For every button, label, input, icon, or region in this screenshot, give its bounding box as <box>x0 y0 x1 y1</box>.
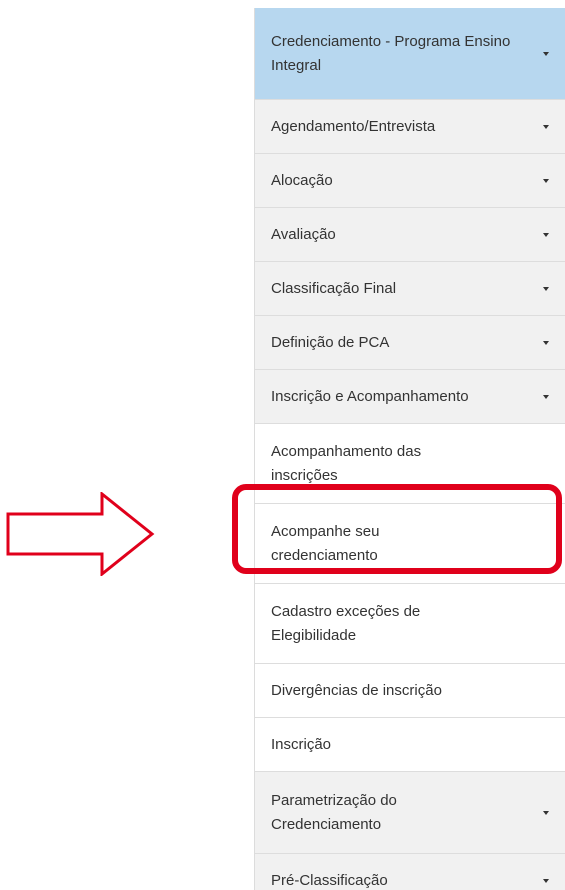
submenu-item-divergencias[interactable]: Divergências de inscrição <box>255 664 565 718</box>
submenu-item-acompanhe-credenciamento[interactable]: Acompanhe seu credenciamento <box>255 504 565 584</box>
submenu-item-cadastro-excecoes[interactable]: Cadastro exceções de Elegibilidade <box>255 584 565 664</box>
caret-down-icon <box>543 286 549 291</box>
menu-item-label: Acompanhe seu credenciamento <box>271 522 380 564</box>
caret-down-icon <box>543 340 549 345</box>
caret-down-icon <box>543 232 549 237</box>
menu-item-label: Classificação Final <box>271 279 397 297</box>
submenu-item-acompanhamento-inscricoes[interactable]: Acompanhamento das inscrições <box>255 424 565 504</box>
menu-item-parametrizacao[interactable]: Parametrização do Credenciamento <box>255 772 565 854</box>
menu-item-label: Pré-Classificação <box>271 871 388 889</box>
menu-item-pre-classificacao[interactable]: Pré-Classificação <box>255 854 565 890</box>
menu-item-agendamento[interactable]: Agendamento/Entrevista <box>255 100 565 154</box>
menu-item-classificacao-final[interactable]: Classificação Final <box>255 262 565 316</box>
sidebar-menu: Credenciamento - Programa Ensino Integra… <box>254 8 565 890</box>
menu-item-label: Agendamento/Entrevista <box>271 117 436 135</box>
menu-item-inscricao-acompanhamento[interactable]: Inscrição e Acompanhamento <box>255 370 565 424</box>
caret-down-icon <box>543 810 549 815</box>
caret-down-icon <box>543 394 549 399</box>
menu-item-label: Avaliação <box>271 225 336 243</box>
menu-item-label: Inscrição e Acompanhamento <box>271 387 469 405</box>
menu-item-label: Alocação <box>271 171 333 189</box>
menu-item-credenciamento-programa[interactable]: Credenciamento - Programa Ensino Integra… <box>255 8 565 100</box>
menu-item-label: Credenciamento - Programa Ensino Integra… <box>271 32 511 74</box>
menu-item-avaliacao[interactable]: Avaliação <box>255 208 565 262</box>
caret-down-icon <box>543 51 549 56</box>
menu-item-label: Acompanhamento das inscrições <box>271 442 422 484</box>
menu-item-label: Divergências de inscrição <box>271 681 442 699</box>
submenu-item-inscricao[interactable]: Inscrição <box>255 718 565 772</box>
menu-item-label: Definição de PCA <box>271 333 390 351</box>
menu-item-label: Cadastro exceções de Elegibilidade <box>271 602 421 644</box>
caret-down-icon <box>543 124 549 129</box>
caret-down-icon <box>543 878 549 883</box>
right-arrow-icon <box>6 492 155 576</box>
menu-item-definicao-pca[interactable]: Definição de PCA <box>255 316 565 370</box>
menu-item-alocacao[interactable]: Alocação <box>255 154 565 208</box>
menu-item-label: Parametrização do Credenciamento <box>271 791 397 833</box>
caret-down-icon <box>543 178 549 183</box>
menu-item-label: Inscrição <box>271 735 332 753</box>
